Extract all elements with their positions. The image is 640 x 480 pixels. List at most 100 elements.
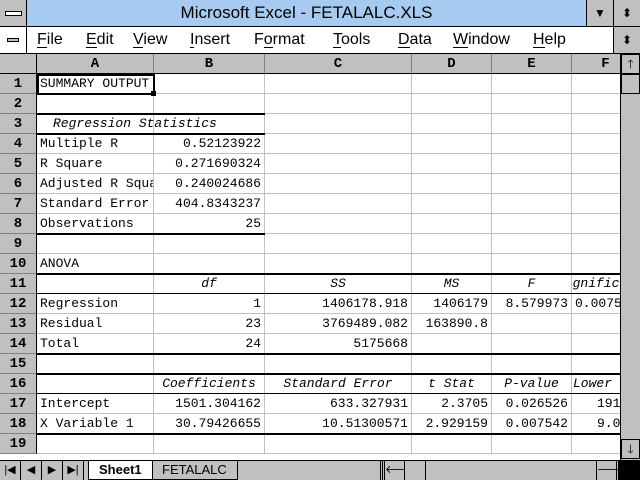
menu-view[interactable]: View (133, 27, 167, 53)
row-header-16[interactable]: 16 (0, 374, 37, 394)
cell-a18[interactable]: X Variable 1 (37, 414, 154, 434)
cell-b7[interactable]: 404.8343237 (154, 194, 265, 214)
menu-help[interactable]: Help (533, 27, 566, 53)
cell-a15[interactable] (37, 354, 154, 374)
cell-e14[interactable] (492, 334, 572, 354)
cell-d19[interactable] (412, 434, 492, 454)
cell-e16[interactable]: P-value (492, 374, 572, 394)
row-header-8[interactable]: 8 (0, 214, 37, 234)
cell-f6[interactable] (572, 174, 620, 194)
cell-f7[interactable] (572, 194, 620, 214)
cell-c3[interactable] (265, 114, 412, 134)
cell-e15[interactable] (492, 354, 572, 374)
cell-c17[interactable]: 633.327931 (265, 394, 412, 414)
cell-a16[interactable] (37, 374, 154, 394)
tab-fetalalc[interactable]: FETALALC (152, 461, 238, 480)
cell-a12[interactable]: Regression (37, 294, 154, 314)
cell-d18[interactable]: 2.929159 (412, 414, 492, 434)
row-header-4[interactable]: 4 (0, 134, 37, 154)
column-header-f[interactable]: F (572, 54, 620, 74)
cell-c2[interactable] (265, 94, 412, 114)
cell-b8[interactable]: 25 (154, 214, 265, 234)
cell-c6[interactable] (265, 174, 412, 194)
cell-d11[interactable]: MS (412, 274, 492, 294)
cell-f9[interactable] (572, 234, 620, 254)
tab-sheet1[interactable]: Sheet1 (88, 461, 153, 480)
cell-a2[interactable] (37, 94, 154, 114)
document-restore-button[interactable]: ⬍ (613, 27, 640, 53)
cell-e4[interactable] (492, 134, 572, 154)
cell-b16[interactable]: Coefficients (154, 374, 265, 394)
cell-c13[interactable]: 3769489.082 (265, 314, 412, 334)
row-header-10[interactable]: 10 (0, 254, 37, 274)
horizontal-scroll-thumb[interactable] (405, 461, 426, 480)
menu-window[interactable]: Window (453, 27, 510, 53)
menu-format[interactable]: Format (254, 27, 305, 53)
cell-c1[interactable] (265, 74, 412, 94)
cell-a14[interactable]: Total (37, 334, 154, 354)
cell-d2[interactable] (412, 94, 492, 114)
cell-e7[interactable] (492, 194, 572, 214)
cell-e8[interactable] (492, 214, 572, 234)
cell-d12[interactable]: 1406179 (412, 294, 492, 314)
cell-e9[interactable] (492, 234, 572, 254)
column-header-e[interactable]: E (492, 54, 572, 74)
cell-e18[interactable]: 0.007542 (492, 414, 572, 434)
cell-f15[interactable] (572, 354, 620, 374)
cell-e12[interactable]: 8.579973 (492, 294, 572, 314)
cell-c14[interactable]: 5175668 (265, 334, 412, 354)
cell-f18[interactable]: 9.046 (572, 414, 620, 434)
minimize-button[interactable]: ▼ (586, 0, 613, 26)
cell-c10[interactable] (265, 254, 412, 274)
cell-f16[interactable]: Lower 95% (572, 374, 620, 394)
cell-a11[interactable] (37, 274, 154, 294)
cell-f2[interactable] (572, 94, 620, 114)
fill-handle[interactable] (151, 91, 156, 96)
cell-b19[interactable] (154, 434, 265, 454)
cell-d5[interactable] (412, 154, 492, 174)
cell-b2[interactable] (154, 94, 265, 114)
row-header-17[interactable]: 17 (0, 394, 37, 414)
cell-f14[interactable] (572, 334, 620, 354)
cell-c16[interactable]: Standard Error (265, 374, 412, 394)
cell-b17[interactable]: 1501.304162 (154, 394, 265, 414)
tab-split-handle[interactable] (380, 461, 383, 480)
column-header-c[interactable]: C (265, 54, 412, 74)
cell-a8[interactable]: Observations (37, 214, 154, 234)
cell-b10[interactable] (154, 254, 265, 274)
cell-f10[interactable] (572, 254, 620, 274)
cell-b12[interactable]: 1 (154, 294, 265, 314)
cell-c18[interactable]: 10.51300571 (265, 414, 412, 434)
cell-e11[interactable]: F (492, 274, 572, 294)
cell-e6[interactable] (492, 174, 572, 194)
prev-sheet-icon[interactable]: ◀ (21, 461, 42, 480)
row-header-12[interactable]: 12 (0, 294, 37, 314)
row-header-18[interactable]: 18 (0, 414, 37, 434)
cell-a6[interactable]: Adjusted R Square (37, 174, 154, 194)
cell-a13[interactable]: Residual (37, 314, 154, 334)
cell-b1[interactable] (154, 74, 265, 94)
select-all-button[interactable] (0, 54, 37, 74)
menu-file[interactable]: File (37, 27, 63, 53)
app-control-menu-button[interactable] (0, 0, 27, 26)
cell-b13[interactable]: 23 (154, 314, 265, 334)
row-header-15[interactable]: 15 (0, 354, 37, 374)
cell-f5[interactable] (572, 154, 620, 174)
column-header-b[interactable]: B (154, 54, 265, 74)
next-sheet-icon[interactable]: ▶ (42, 461, 63, 480)
cell-e5[interactable] (492, 154, 572, 174)
cell-d4[interactable] (412, 134, 492, 154)
cell-c9[interactable] (265, 234, 412, 254)
cell-f4[interactable] (572, 134, 620, 154)
cell-e3[interactable] (492, 114, 572, 134)
menu-tools[interactable]: Tools (333, 27, 370, 53)
cell-e17[interactable]: 0.026526 (492, 394, 572, 414)
document-control-menu-button[interactable] (0, 27, 27, 53)
cell-b5[interactable]: 0.271690324 (154, 154, 265, 174)
scroll-thumb[interactable] (621, 74, 640, 94)
row-header-9[interactable]: 9 (0, 234, 37, 254)
row-header-14[interactable]: 14 (0, 334, 37, 354)
cell-b6[interactable]: 0.240024686 (154, 174, 265, 194)
cell-f3[interactable] (572, 114, 620, 134)
row-header-5[interactable]: 5 (0, 154, 37, 174)
